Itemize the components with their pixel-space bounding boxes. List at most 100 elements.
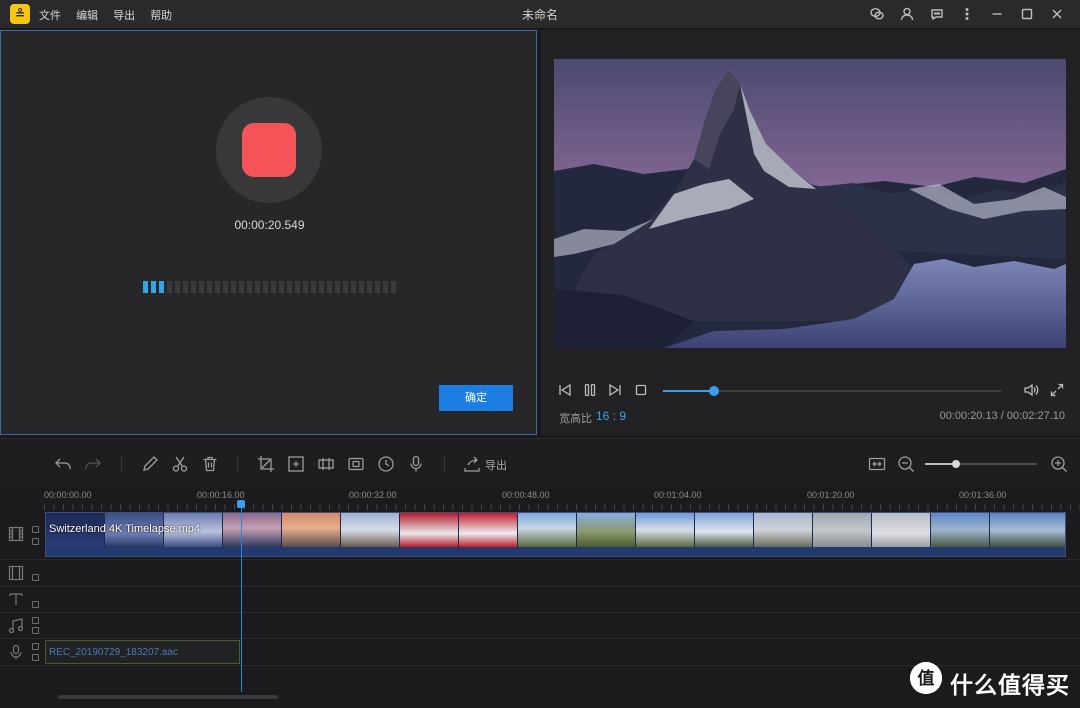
level-segment (247, 281, 252, 293)
track-mute-icon[interactable] (32, 617, 39, 624)
clip-thumbnail (636, 513, 695, 547)
ruler-label: 00:01:04.00 (654, 490, 702, 500)
time-ruler[interactable]: 00:00:00.00 00:00:16.00 00:00:32.00 00:0… (44, 488, 1080, 510)
level-segment (327, 281, 332, 293)
clip-thumbnail (754, 513, 813, 547)
seek-bar[interactable] (663, 386, 1001, 396)
watermark-logo: 值 (910, 662, 942, 694)
aspect-ratio-value[interactable]: 16 : 9 (596, 409, 626, 423)
export-icon[interactable] (463, 455, 481, 473)
split-screen-icon[interactable] (317, 455, 335, 473)
close-icon[interactable] (1042, 5, 1072, 23)
track-lock-icon[interactable] (32, 654, 39, 661)
level-segment (335, 281, 340, 293)
svg-text:值: 值 (918, 668, 935, 689)
menu-file[interactable]: 文件 (39, 10, 61, 22)
ruler-label: 00:00:00.00 (44, 490, 92, 500)
level-segment (319, 281, 324, 293)
overlay-film-icon (8, 565, 24, 586)
playhead[interactable] (241, 508, 242, 692)
audio-clip-name: REC_20190729_183207.aac (49, 647, 178, 658)
level-segment (239, 281, 244, 293)
track-lock-icon[interactable] (32, 574, 39, 581)
clip-thumbnail (695, 513, 754, 547)
toolbar-divider (121, 457, 122, 471)
crop-icon[interactable] (257, 455, 275, 473)
level-segment (191, 281, 196, 293)
level-segment (207, 281, 212, 293)
seek-progress (663, 390, 714, 392)
ruler-label: 00:01:20.00 (807, 490, 855, 500)
edit-pencil-icon[interactable] (141, 455, 159, 473)
track-lock-icon[interactable] (32, 601, 39, 608)
export-label[interactable]: 导出 (485, 457, 507, 473)
prev-frame-icon[interactable] (557, 382, 573, 403)
minimize-icon[interactable] (982, 5, 1012, 23)
level-segment (303, 281, 308, 293)
volume-icon[interactable] (1023, 382, 1039, 403)
ruler-label: 00:01:36.00 (959, 490, 1007, 500)
app-logo: ≗ (10, 4, 30, 24)
title-icons (862, 5, 1072, 23)
menu-help[interactable]: 帮助 (150, 10, 172, 22)
pause-icon[interactable] (582, 382, 598, 403)
menu-edit[interactable]: 编辑 (76, 10, 98, 22)
clip-thumbnail (577, 513, 636, 547)
user-icon[interactable] (892, 5, 922, 23)
microphone-icon (8, 644, 24, 665)
level-segment (271, 281, 276, 293)
menu-export[interactable]: 导出 (113, 10, 135, 22)
mosaic-icon[interactable] (287, 455, 305, 473)
timeline-scrollbar[interactable] (58, 695, 278, 699)
film-icon (8, 526, 24, 547)
freeze-frame-icon[interactable] (347, 455, 365, 473)
duration-icon[interactable] (377, 455, 395, 473)
undo-icon[interactable] (54, 455, 72, 473)
seek-handle[interactable] (708, 386, 719, 396)
zoom-out-icon[interactable] (897, 455, 915, 473)
level-segment (223, 281, 228, 293)
level-segment (143, 281, 148, 293)
track-lock-icon[interactable] (32, 627, 39, 634)
track-mute-icon[interactable] (32, 643, 39, 650)
level-segment (295, 281, 300, 293)
level-segment (183, 281, 188, 293)
redo-icon[interactable] (84, 455, 102, 473)
toolbar-divider (444, 457, 445, 471)
video-track-header (0, 510, 44, 559)
zoom-slider-handle[interactable] (952, 460, 961, 468)
record-button[interactable] (216, 97, 322, 203)
delete-icon[interactable] (201, 455, 219, 473)
fullscreen-icon[interactable] (1049, 382, 1065, 403)
ruler-label: 00:00:32.00 (349, 490, 397, 500)
track-mute-icon[interactable] (32, 526, 39, 533)
menu-bar: 文件 编辑 导出 帮助 (39, 7, 184, 23)
level-segment (391, 281, 396, 293)
overlay-track (0, 560, 1080, 587)
track-lock-icon[interactable] (32, 538, 39, 545)
level-segment (279, 281, 284, 293)
more-icon[interactable] (952, 5, 982, 23)
stop-record-icon (242, 123, 296, 177)
microphone-icon[interactable] (407, 455, 425, 473)
stop-icon[interactable] (633, 382, 649, 403)
confirm-button[interactable]: 确定 (439, 385, 513, 411)
wechat-icon[interactable] (862, 5, 892, 23)
clip-thumbnail (400, 513, 459, 547)
maximize-icon[interactable] (1012, 5, 1042, 23)
level-segment (159, 281, 164, 293)
text-icon (8, 591, 24, 612)
level-segment (311, 281, 316, 293)
fit-timeline-icon[interactable] (868, 455, 886, 473)
audio-level-meter (143, 281, 399, 293)
zoom-in-icon[interactable] (1050, 455, 1068, 473)
video-clip[interactable]: Switzerland 4K Timelapse.mp4 (45, 512, 1066, 557)
next-frame-icon[interactable] (607, 382, 623, 403)
playhead-handle[interactable] (237, 500, 245, 508)
video-clip-name: Switzerland 4K Timelapse.mp4 (49, 523, 201, 535)
zoom-slider[interactable] (925, 460, 1037, 468)
audio-clip[interactable]: REC_20190729_183207.aac (45, 640, 240, 664)
clip-thumbnail (872, 513, 931, 547)
scissors-icon[interactable] (171, 455, 189, 473)
feedback-icon[interactable] (922, 5, 952, 23)
